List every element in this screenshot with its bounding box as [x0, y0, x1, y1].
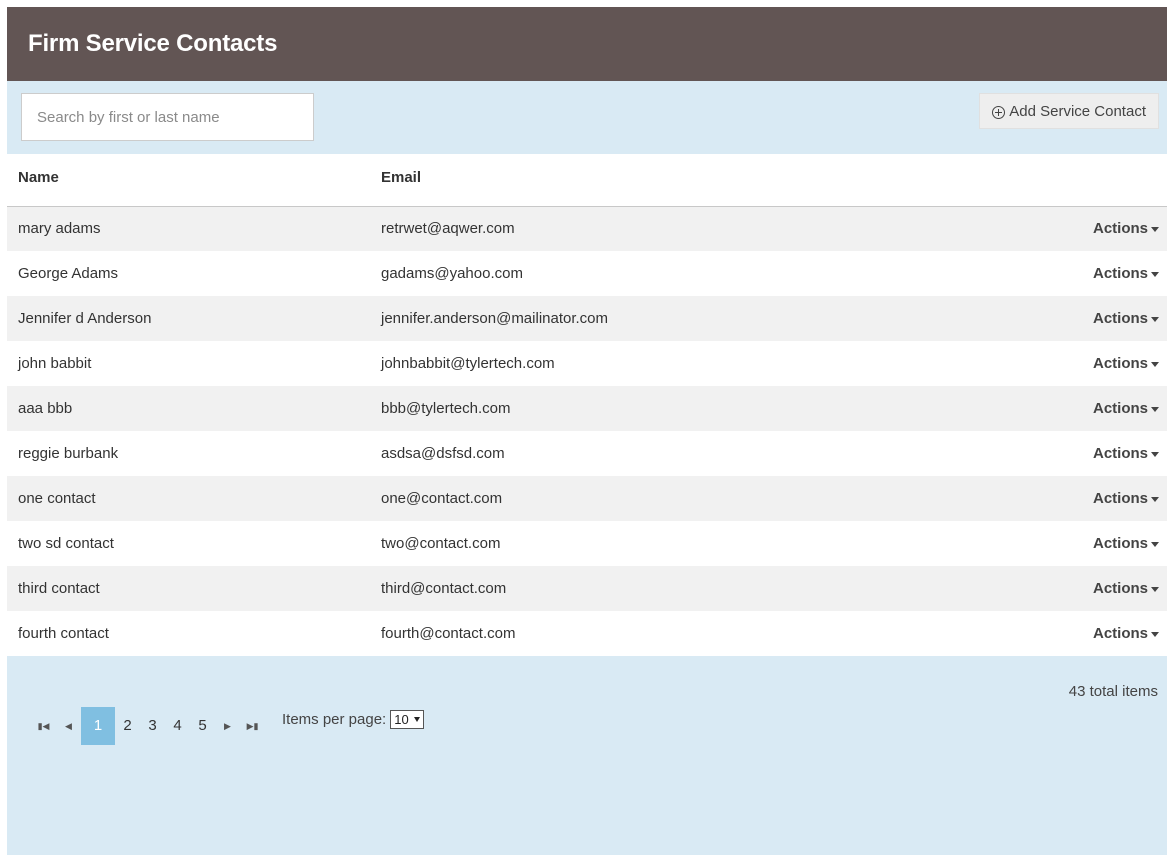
table-row: fourth contact fourth@contact.com Actions	[7, 611, 1167, 656]
contact-email: two@contact.com	[381, 535, 501, 552]
actions-label: Actions	[1092, 490, 1148, 507]
table-row: George Adams gadams@yahoo.com Actions	[7, 251, 1167, 296]
caret-down-icon	[1151, 226, 1159, 232]
contact-email: asdsa@dsfsd.com	[381, 445, 505, 462]
table-row: john babbit johnbabbit@tylertech.com Actio…	[7, 341, 1167, 386]
table-row: two sd contact two@contact.com Actions	[7, 521, 1167, 566]
actions-dropdown[interactable]: Actions	[870, 611, 1167, 656]
actions-dropdown[interactable]: Actions	[870, 431, 1167, 476]
actions-dropdown[interactable]: Actions	[870, 566, 1167, 611]
actions-label: Actions	[1092, 400, 1148, 417]
caret-down-icon	[1151, 451, 1159, 457]
table-row: aaa bbb bbb@tylertech.com Actions	[7, 386, 1167, 431]
total-items-count: 43 total items	[1068, 683, 1158, 700]
items-per-page-label: Items per page:	[282, 710, 387, 728]
table-row: third contact third@contact.com Actions	[7, 566, 1167, 611]
items-per-page-select[interactable]: 10	[390, 709, 424, 729]
caret-down-icon	[1151, 496, 1159, 502]
contact-name: aaa bbb	[18, 400, 73, 417]
contact-name: fourth contact	[18, 625, 109, 642]
items-per-page-value: 10	[394, 711, 409, 727]
actions-label: Actions	[1092, 535, 1148, 552]
contact-name: two sd contact	[18, 535, 114, 552]
page-2-button[interactable]: 2	[115, 707, 140, 745]
caret-down-icon	[1151, 361, 1159, 367]
next-page-icon[interactable]: ▶	[215, 721, 240, 732]
caret-down-icon	[1151, 631, 1159, 637]
actions-dropdown[interactable]: Actions	[870, 206, 1167, 251]
actions-dropdown[interactable]: Actions	[870, 341, 1167, 386]
contact-email: retrwet@aqwer.com	[381, 220, 515, 238]
prev-page-icon[interactable]: ◀	[56, 721, 81, 732]
column-header-email[interactable]: Email	[370, 154, 870, 207]
contact-name: Jennifer d Anderson	[18, 310, 152, 327]
contact-email: jennifer.anderson@mailinator.com	[381, 310, 609, 327]
table-row: one contact one@contact.com Actions	[7, 476, 1167, 521]
pagination-bar: 43 total items ▮◀ ◀ 1 2 3 4 5 ▶ ▶▮ Items…	[7, 656, 1167, 836]
panel-header: Firm Service Contacts	[7, 7, 1167, 81]
dropdown-arrow-icon	[413, 716, 420, 722]
pagination: ▮◀ ◀ 1 2 3 4 5 ▶ ▶▮ Items per page: 10	[31, 702, 424, 745]
actions-label: Actions	[1092, 445, 1148, 462]
search-input[interactable]	[21, 93, 314, 141]
contact-email: gadams@yahoo.com	[381, 265, 523, 282]
caret-down-icon	[1151, 271, 1159, 277]
actions-dropdown[interactable]: Actions	[870, 521, 1167, 566]
actions-label: Actions	[1092, 355, 1148, 372]
caret-down-icon	[1151, 586, 1159, 592]
actions-dropdown[interactable]: Actions	[870, 296, 1167, 341]
page-5-button[interactable]: 5	[190, 707, 215, 745]
table-row: Jennifer d Anderson jennifer.anderson@mai…	[7, 296, 1167, 341]
caret-down-icon	[1151, 316, 1159, 322]
items-per-page: Items per page: 10	[282, 709, 424, 729]
column-header-actions	[870, 154, 1167, 207]
column-header-name[interactable]: Name	[7, 154, 370, 207]
actions-label: Actions	[1092, 310, 1148, 327]
contact-email: johnbabbit@tylertech.com	[381, 355, 555, 372]
contact-email: third@contact.com	[381, 580, 507, 597]
contact-name: George Adams	[18, 265, 119, 282]
actions-dropdown[interactable]: Actions	[870, 476, 1167, 521]
actions-label: Actions	[1092, 580, 1148, 597]
contact-name: one contact	[18, 490, 96, 507]
table-row: reggie burbank asdsa@dsfsd.com Actions	[7, 431, 1167, 476]
contact-name: third contact	[18, 580, 100, 597]
service-contacts-panel: Firm Service Contacts Add Service Contac…	[7, 7, 1167, 855]
page-title: Firm Service Contacts	[28, 30, 278, 57]
actions-label: Actions	[1092, 625, 1148, 642]
add-button-label: Add Service Contact	[1009, 102, 1146, 120]
actions-dropdown[interactable]: Actions	[870, 251, 1167, 296]
toolbar: Add Service Contact	[7, 81, 1167, 154]
table-row: mary adams retrwet@aqwer.com Actions	[7, 206, 1167, 251]
page-4-button[interactable]: 4	[165, 707, 190, 745]
caret-down-icon	[1151, 541, 1159, 547]
actions-label: Actions	[1092, 265, 1148, 282]
table-header-row: Name Email	[7, 154, 1167, 207]
contacts-table: Name Email mary adams retrwet@aqwer.com Ac…	[7, 154, 1167, 656]
actions-label: Actions	[1092, 220, 1148, 238]
actions-dropdown[interactable]: Actions	[870, 386, 1167, 431]
add-service-contact-button[interactable]: Add Service Contact	[979, 93, 1159, 129]
plus-circle-icon	[992, 105, 1006, 119]
last-page-icon[interactable]: ▶▮	[240, 721, 265, 732]
contact-name: reggie burbank	[18, 445, 119, 462]
contact-email: fourth@contact.com	[381, 625, 516, 642]
page-1-button[interactable]: 1	[81, 707, 115, 745]
page-3-button[interactable]: 3	[140, 707, 165, 745]
contact-name: john babbit	[18, 355, 92, 372]
contact-email: one@contact.com	[381, 490, 503, 507]
first-page-icon[interactable]: ▮◀	[31, 721, 56, 732]
contact-name: mary adams	[18, 220, 101, 238]
caret-down-icon	[1151, 406, 1159, 412]
contact-email: bbb@tylertech.com	[381, 400, 511, 417]
